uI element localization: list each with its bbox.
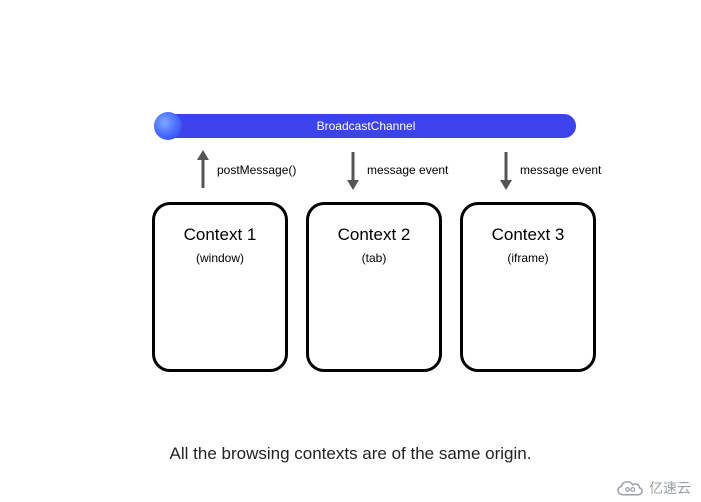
watermark: 亿速云	[614, 478, 691, 498]
context-subtitle: (window)	[196, 251, 244, 265]
context-title: Context 2	[338, 225, 411, 245]
arrow-down-icon	[498, 150, 514, 190]
arrow-up-icon	[195, 150, 211, 190]
arrow-down-icon	[345, 150, 361, 190]
context-box-3: Context 3 (iframe)	[460, 202, 596, 372]
channel-label: BroadcastChannel	[317, 119, 416, 133]
context-box-2: Context 2 (tab)	[306, 202, 442, 372]
contexts-row: Context 1 (window) Context 2 (tab) Conte…	[152, 202, 596, 372]
channel-bar: BroadcastChannel	[156, 114, 576, 138]
arrow-postmessage: postMessage()	[195, 150, 345, 190]
arrow-down-label-2: message event	[520, 163, 601, 177]
context-title: Context 3	[492, 225, 565, 245]
context-box-1: Context 1 (window)	[152, 202, 288, 372]
diagram-caption: All the browsing contexts are of the sam…	[0, 444, 701, 464]
context-title: Context 1	[184, 225, 257, 245]
arrow-message-event-1: message event	[345, 150, 495, 190]
arrow-up-label: postMessage()	[217, 163, 296, 177]
channel-endcap-circle	[154, 112, 182, 140]
arrow-message-event-2: message event	[498, 150, 648, 190]
cloud-icon	[614, 478, 644, 498]
arrow-down-label-1: message event	[367, 163, 448, 177]
context-subtitle: (iframe)	[507, 251, 548, 265]
watermark-text: 亿速云	[649, 478, 691, 498]
context-subtitle: (tab)	[362, 251, 387, 265]
broadcast-channel-diagram: BroadcastChannel postMessage() message e…	[0, 0, 701, 502]
